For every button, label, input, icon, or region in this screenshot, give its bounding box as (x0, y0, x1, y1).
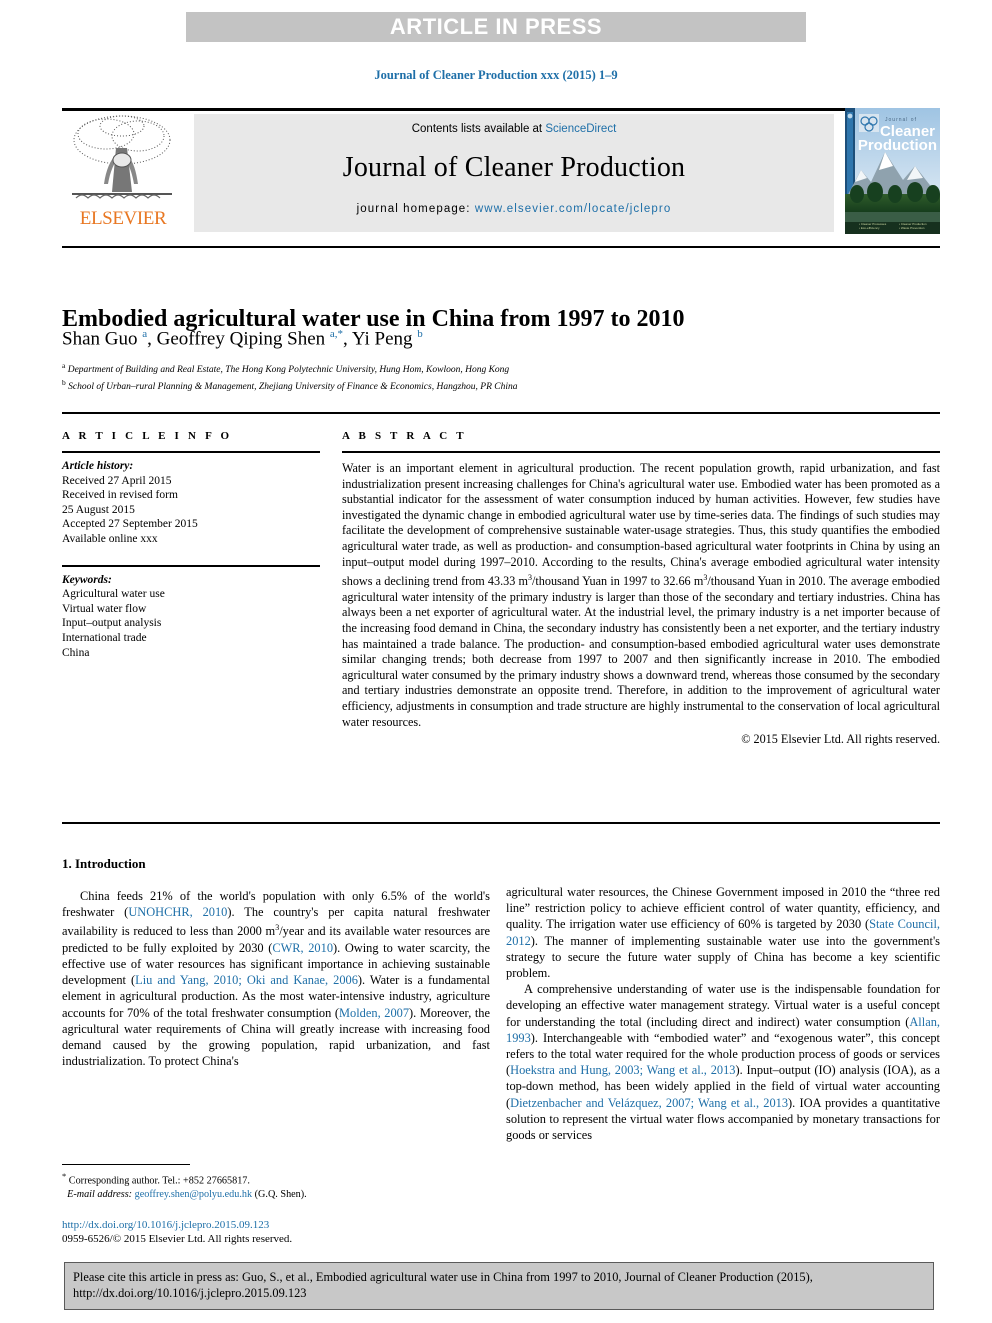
article-info-heading: A R T I C L E I N F O (62, 430, 233, 442)
journal-band: Contents lists available at ScienceDirec… (194, 114, 834, 232)
intro-paragraph-1: China feeds 21% of the world's populatio… (62, 889, 490, 1069)
keyword-item: Virtual water flow (62, 602, 147, 615)
journal-homepage-link[interactable]: www.elsevier.com/locate/jclepro (475, 203, 671, 215)
section-title-introduction: 1. Introduction (62, 856, 146, 871)
body-right-column: agricultural water resources, the Chines… (506, 884, 940, 1143)
svg-text:• Eco-efficiency: • Eco-efficiency (859, 226, 880, 230)
article-page: ARTICLE IN PRESS Journal of Cleaner Prod… (0, 0, 992, 1323)
author-list: Shan Guo a, Geoffrey Qiping Shen a,*, Yi… (62, 328, 423, 350)
keyword-item: Agricultural water use (62, 588, 165, 601)
keyword-item: Input–output analysis (62, 617, 162, 630)
history-item: Received 27 April 2015 (62, 474, 172, 487)
cite-this-article-text: Please cite this article in press as: Gu… (73, 1270, 813, 1300)
history-item: Accepted 27 September 2015 (62, 518, 198, 531)
affiliation-a: a Department of Building and Real Estate… (62, 361, 510, 376)
history-item: Received in revised form (62, 489, 178, 502)
keywords-rule (62, 564, 320, 567)
corresponding-author-note: * Corresponding author. Tel.: +852 27665… (62, 1171, 250, 1187)
keywords-block: Keywords: Agricultural water use Virtual… (62, 573, 320, 661)
abstract-heading: A B S T R A C T (342, 430, 467, 442)
masthead-top-rule (62, 108, 940, 111)
keyword-item: China (62, 646, 90, 659)
contents-available-line: Contents lists available at ScienceDirec… (194, 123, 834, 135)
cite-this-article-box: Please cite this article in press as: Gu… (64, 1262, 934, 1310)
article-history-block: Article history: Received 27 April 2015 … (62, 459, 320, 547)
article-in-press-banner: ARTICLE IN PRESS (186, 12, 806, 42)
email-link[interactable]: geoffrey.shen@polyu.edu.hk (135, 1189, 252, 1200)
affiliation-b: b School of Urban–rural Planning & Manag… (62, 377, 518, 392)
intro-paragraph-1-continued: agricultural water resources, the Chines… (506, 885, 940, 981)
email-owner: (G.Q. Shen). (254, 1188, 307, 1200)
elsevier-logo: ELSEVIER (62, 114, 184, 232)
doi-block: http://dx.doi.org/10.1016/j.jclepro.2015… (62, 1218, 490, 1247)
affiliations: a Department of Building and Real Estate… (62, 360, 940, 393)
journal-running-head: Journal of Cleaner Production xxx (2015)… (374, 68, 618, 82)
homepage-prefix: journal homepage: (356, 203, 475, 215)
article-in-press-label: ARTICLE IN PRESS (389, 14, 603, 39)
journal-title: Journal of Cleaner Production (342, 152, 686, 183)
email-line: E-mail address: geoffrey.shen@polyu.edu.… (62, 1188, 490, 1202)
abstract-text: Water is an important element in agricul… (342, 461, 940, 729)
abstract-rule (342, 451, 940, 453)
affiliation-a-text: Department of Building and Real Estate, … (67, 365, 510, 376)
info-bottom-rule (62, 822, 940, 824)
info-top-rule (62, 412, 940, 414)
contents-prefix: Contents lists available at (411, 123, 546, 135)
svg-text:Production: Production (858, 137, 937, 154)
article-info-rule (62, 451, 320, 453)
journal-masthead: ELSEVIER Contents lists available at Sci… (62, 108, 940, 234)
title-divider (62, 246, 940, 248)
body-left-column: 1. Introduction China feeds 21% of the w… (62, 856, 490, 1069)
svg-text:• Waste Prevention: • Waste Prevention (899, 226, 925, 230)
article-history-label: Article history: (62, 460, 134, 472)
journal-cover-thumbnail: Journal of Cleaner Production • Cleaner … (845, 108, 940, 234)
issn-copyright-line: 0959-6526/© 2015 Elsevier Ltd. All right… (62, 1233, 293, 1246)
history-item: 25 August 2015 (62, 503, 135, 516)
sciencedirect-link[interactable]: ScienceDirect (545, 123, 616, 135)
footnote-block: * Corresponding author. Tel.: +852 27665… (62, 1170, 490, 1202)
keywords-label: Keywords: (62, 573, 112, 586)
doi-link[interactable]: http://dx.doi.org/10.1016/j.jclepro.2015… (62, 1218, 490, 1232)
footnote-rule (62, 1164, 190, 1165)
history-item: Available online xxx (62, 532, 158, 545)
abstract-column: A B S T R A C T Water is an important el… (342, 430, 940, 747)
elsevier-wordmark: ELSEVIER (79, 208, 167, 229)
keyword-item: International trade (62, 631, 147, 644)
article-info-column: A R T I C L E I N F O Article history: R… (62, 430, 320, 660)
journal-homepage-line: journal homepage: www.elsevier.com/locat… (194, 203, 834, 215)
abstract-copyright: © 2015 Elsevier Ltd. All rights reserved… (741, 732, 940, 747)
affiliation-b-text: School of Urban–rural Planning & Managem… (68, 381, 518, 392)
elsevier-tree-icon (66, 114, 178, 206)
email-label: E-mail address: (67, 1188, 133, 1200)
intro-paragraph-2: A comprehensive understanding of water u… (506, 982, 940, 1143)
